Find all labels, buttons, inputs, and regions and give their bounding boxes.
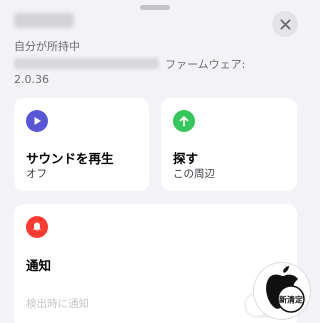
notify-when-found-label: 検出時に通知 [26,298,89,310]
find-icon-circle [173,110,195,132]
notifications-title: 通知 [26,258,52,273]
close-button[interactable] [272,11,298,37]
device-name-redacted [14,13,74,28]
sheet-grabber[interactable] [140,5,170,10]
play-sound-status: オフ [26,168,47,180]
watermark-text: 新清定 [279,295,303,305]
firmware-label: ファームウェア: [165,58,246,71]
play-sound-title: サウンドを再生 [26,151,114,166]
site-watermark-logo: 新清定 [254,263,310,319]
ownership-status: 自分が所持中 [14,40,80,53]
close-icon [279,18,291,30]
play-sound-card[interactable]: サウンドを再生 オフ [14,98,149,191]
apple-logo-icon: 新清定 [266,266,305,313]
bell-icon [33,222,41,232]
play-icon [34,117,41,125]
serial-firmware-line: ファームウェア: [14,56,304,72]
serial-number-redacted [14,58,159,69]
find-status: この周辺 [173,168,215,180]
item-detail-sheet: 自分が所持中 ファームウェア: 2.0.36 サウンドを再生 オフ 探す この周… [0,0,310,323]
find-card[interactable]: 探す この周辺 [161,98,297,191]
notify-icon-circle [26,216,48,238]
firmware-version: 2.0.36 [14,73,49,86]
find-title: 探す [173,151,199,166]
play-sound-icon-circle [26,110,48,132]
arrow-up-icon [179,116,189,127]
